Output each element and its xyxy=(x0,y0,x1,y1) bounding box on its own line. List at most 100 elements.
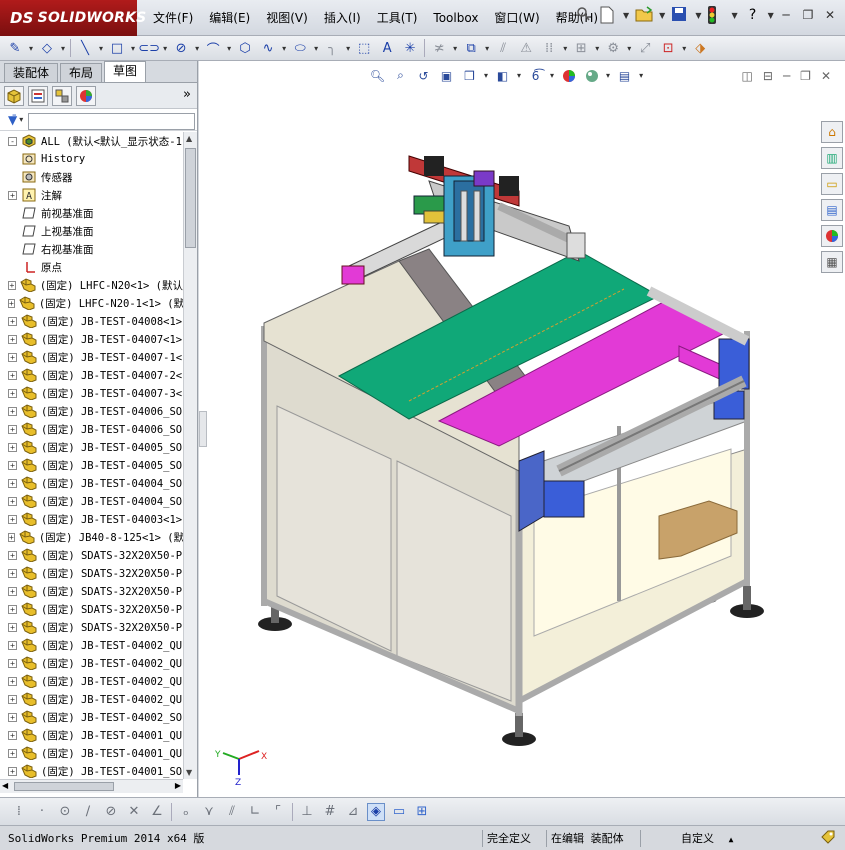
tree-item[interactable]: 传感器 xyxy=(0,168,183,186)
rectangle-icon[interactable]: □ xyxy=(108,39,126,57)
ellipse-icon[interactable]: ⬭ xyxy=(291,39,309,57)
smart-dimension-icon[interactable]: ◇ xyxy=(38,39,56,57)
polygon-icon[interactable]: ⬡ xyxy=(236,39,254,57)
tree-item[interactable]: History xyxy=(0,150,183,168)
tab-layout[interactable]: 布局 xyxy=(60,63,103,82)
menu-window[interactable]: 窗口(W) xyxy=(486,9,547,27)
chevron-down-icon[interactable]: ▾ xyxy=(314,44,318,53)
expand-icon[interactable]: + xyxy=(8,640,17,650)
tree-item[interactable]: + (固定) JB-TEST-04007-1< xyxy=(0,348,183,366)
expand-icon[interactable]: + xyxy=(8,388,17,398)
sketch-icon[interactable]: ✎ xyxy=(6,39,24,57)
menu-edit[interactable]: 编辑(E) xyxy=(201,9,258,27)
parallel-icon[interactable]: ⫽ xyxy=(223,803,241,821)
expand-panel-icon[interactable]: » xyxy=(183,87,191,102)
expand-icon[interactable]: + xyxy=(8,766,17,776)
tree-item[interactable]: + (固定) JB-TEST-04002_SO xyxy=(0,708,183,726)
section-icon[interactable]: ⊿ xyxy=(344,803,362,821)
solidworks-logo[interactable]: DS SOLIDWORKS xyxy=(0,0,146,36)
expand-icon[interactable]: + xyxy=(8,550,17,560)
convert-icon[interactable]: ⧉ xyxy=(462,39,480,57)
trim-icon[interactable]: ⊘ xyxy=(102,803,120,821)
menu-insert[interactable]: 插入(I) xyxy=(316,9,369,27)
new-file-icon[interactable] xyxy=(599,6,617,24)
linear-pattern-icon[interactable]: ⚠ xyxy=(517,39,535,57)
tree-item[interactable]: + (固定) SDATS-32X20X50-P xyxy=(0,618,183,636)
tree-item[interactable]: + (固定) JB-TEST-04001_QU xyxy=(0,744,183,762)
trim-icon[interactable]: ≭ xyxy=(430,39,448,57)
expand-icon[interactable]: + xyxy=(8,712,17,722)
shaded-cube-icon[interactable]: ◈ xyxy=(367,802,385,821)
layout-icon[interactable]: ⊞ xyxy=(413,803,431,821)
tree-vertical-scrollbar[interactable]: ▲ ▼ xyxy=(183,132,197,779)
expand-icon[interactable]: + xyxy=(8,370,17,380)
help-icon[interactable]: ? xyxy=(744,6,762,24)
chevron-down-icon[interactable]: ▾ xyxy=(19,115,23,124)
tree-item[interactable]: + (固定) JB40-8-125<1> (默 xyxy=(0,528,183,546)
expand-icon[interactable]: + xyxy=(8,568,17,578)
chevron-down-icon[interactable]: ▼ xyxy=(768,11,774,20)
chevron-down-icon[interactable]: ▾ xyxy=(29,44,33,53)
tree-item[interactable]: + (固定) JB-TEST-04006_SO xyxy=(0,402,183,420)
restore-icon[interactable]: ❐ xyxy=(801,8,815,22)
chevron-down-icon[interactable]: ▾ xyxy=(61,44,65,53)
rapid-sketch-icon[interactable]: ⊡ xyxy=(659,39,677,57)
scroll-down-icon[interactable]: ▼ xyxy=(186,768,192,777)
close-icon[interactable]: ✕ xyxy=(823,8,837,22)
tree-item[interactable]: + (固定) JB-TEST-04004_SO xyxy=(0,474,183,492)
chevron-down-icon[interactable]: ▼ xyxy=(659,11,665,20)
expand-icon[interactable]: + xyxy=(8,190,17,200)
perpendicular-icon[interactable]: ∟ xyxy=(246,803,264,821)
tree-root-assembly[interactable]: - ALL (默认<默认_显示状态-1 xyxy=(0,132,183,150)
tree-item[interactable]: + (固定) JB-TEST-04002_QU xyxy=(0,672,183,690)
graphics-area[interactable]: 🔍︎ ⌕ ↺ ▣ ❒ ▾ ◧ ▾ 6͡ ▾ ▾ ▤ ▾ ◫ ⊟ ─ ❐ ✕ ⌂ ▥ ▭ … xyxy=(199,61,845,797)
expand-icon[interactable]: + xyxy=(8,298,15,308)
expand-icon[interactable]: + xyxy=(8,514,17,524)
tab-assembly[interactable]: 装配体 xyxy=(4,63,59,82)
expand-icon[interactable]: + xyxy=(8,748,17,758)
tree-item[interactable]: + (固定) JB-TEST-04004_SO xyxy=(0,492,183,510)
tree-item[interactable]: 上视基准面 xyxy=(0,222,183,240)
menu-toolbox[interactable]: Toolbox xyxy=(425,9,486,27)
rebuild-traffic-light-icon[interactable] xyxy=(707,6,725,24)
scroll-right-icon[interactable]: ▶ xyxy=(175,781,181,790)
units-selector[interactable]: 自定义 ▲ xyxy=(640,830,755,847)
chevron-down-icon[interactable]: ▾ xyxy=(195,44,199,53)
save-icon[interactable] xyxy=(671,6,689,24)
expand-icon[interactable]: + xyxy=(8,676,17,686)
move-icon[interactable]: ⁞⁞ xyxy=(540,39,558,57)
minimize-icon[interactable]: ─ xyxy=(779,8,793,22)
tree-horizontal-scrollbar[interactable]: ◀ ▶ xyxy=(0,779,183,793)
arc-icon[interactable]: ⌒ xyxy=(204,39,222,58)
chevron-down-icon[interactable]: ▾ xyxy=(485,44,489,53)
expand-icon[interactable]: + xyxy=(8,460,17,470)
tree-item[interactable]: + (固定) JB-TEST-04001_QU xyxy=(0,726,183,744)
menu-tools[interactable]: 工具(T) xyxy=(369,9,426,27)
expand-icon[interactable]: + xyxy=(8,280,16,290)
fillet-icon[interactable]: ╮ xyxy=(323,39,341,57)
chevron-down-icon[interactable]: ▾ xyxy=(163,44,167,53)
point-icon[interactable]: ✳ xyxy=(401,39,419,57)
corner-icon[interactable]: ⌜ xyxy=(269,803,287,821)
scroll-left-icon[interactable]: ◀ xyxy=(2,781,8,790)
chevron-down-icon[interactable]: ▾ xyxy=(282,44,286,53)
tangent-icon[interactable]: ₒ xyxy=(177,803,195,821)
collapse-icon[interactable]: - xyxy=(8,136,17,146)
chevron-down-icon[interactable]: ▾ xyxy=(627,44,631,53)
chevron-down-icon[interactable]: ▾ xyxy=(99,44,103,53)
expand-icon[interactable]: + xyxy=(8,352,17,362)
tree-item[interactable]: 右视基准面 xyxy=(0,240,183,258)
chevron-down-icon[interactable]: ▼ xyxy=(623,11,629,20)
tree-item[interactable]: + (固定) JB-TEST-04002_QU xyxy=(0,636,183,654)
tree-item[interactable]: + (固定) JB-TEST-04007-2< xyxy=(0,366,183,384)
text-icon[interactable]: A xyxy=(378,39,396,57)
menu-file[interactable]: 文件(F) xyxy=(145,9,201,27)
tree-item[interactable]: + (固定) JB-TEST-04008<1> xyxy=(0,312,183,330)
tree-item[interactable]: + (固定) LHFC-N20<1> (默认 xyxy=(0,276,183,294)
tree-item[interactable]: + (固定) JB-TEST-04005_SO xyxy=(0,438,183,456)
configuration-manager-icon[interactable] xyxy=(52,85,72,106)
mirror-icon[interactable]: ⫽ xyxy=(494,39,512,57)
tree-item[interactable]: + (固定) LHFC-N20-1<1> (默 xyxy=(0,294,183,312)
tree-item[interactable]: + (固定) JB-TEST-04003<1> xyxy=(0,510,183,528)
circle-icon[interactable]: ⊙ xyxy=(56,803,74,821)
